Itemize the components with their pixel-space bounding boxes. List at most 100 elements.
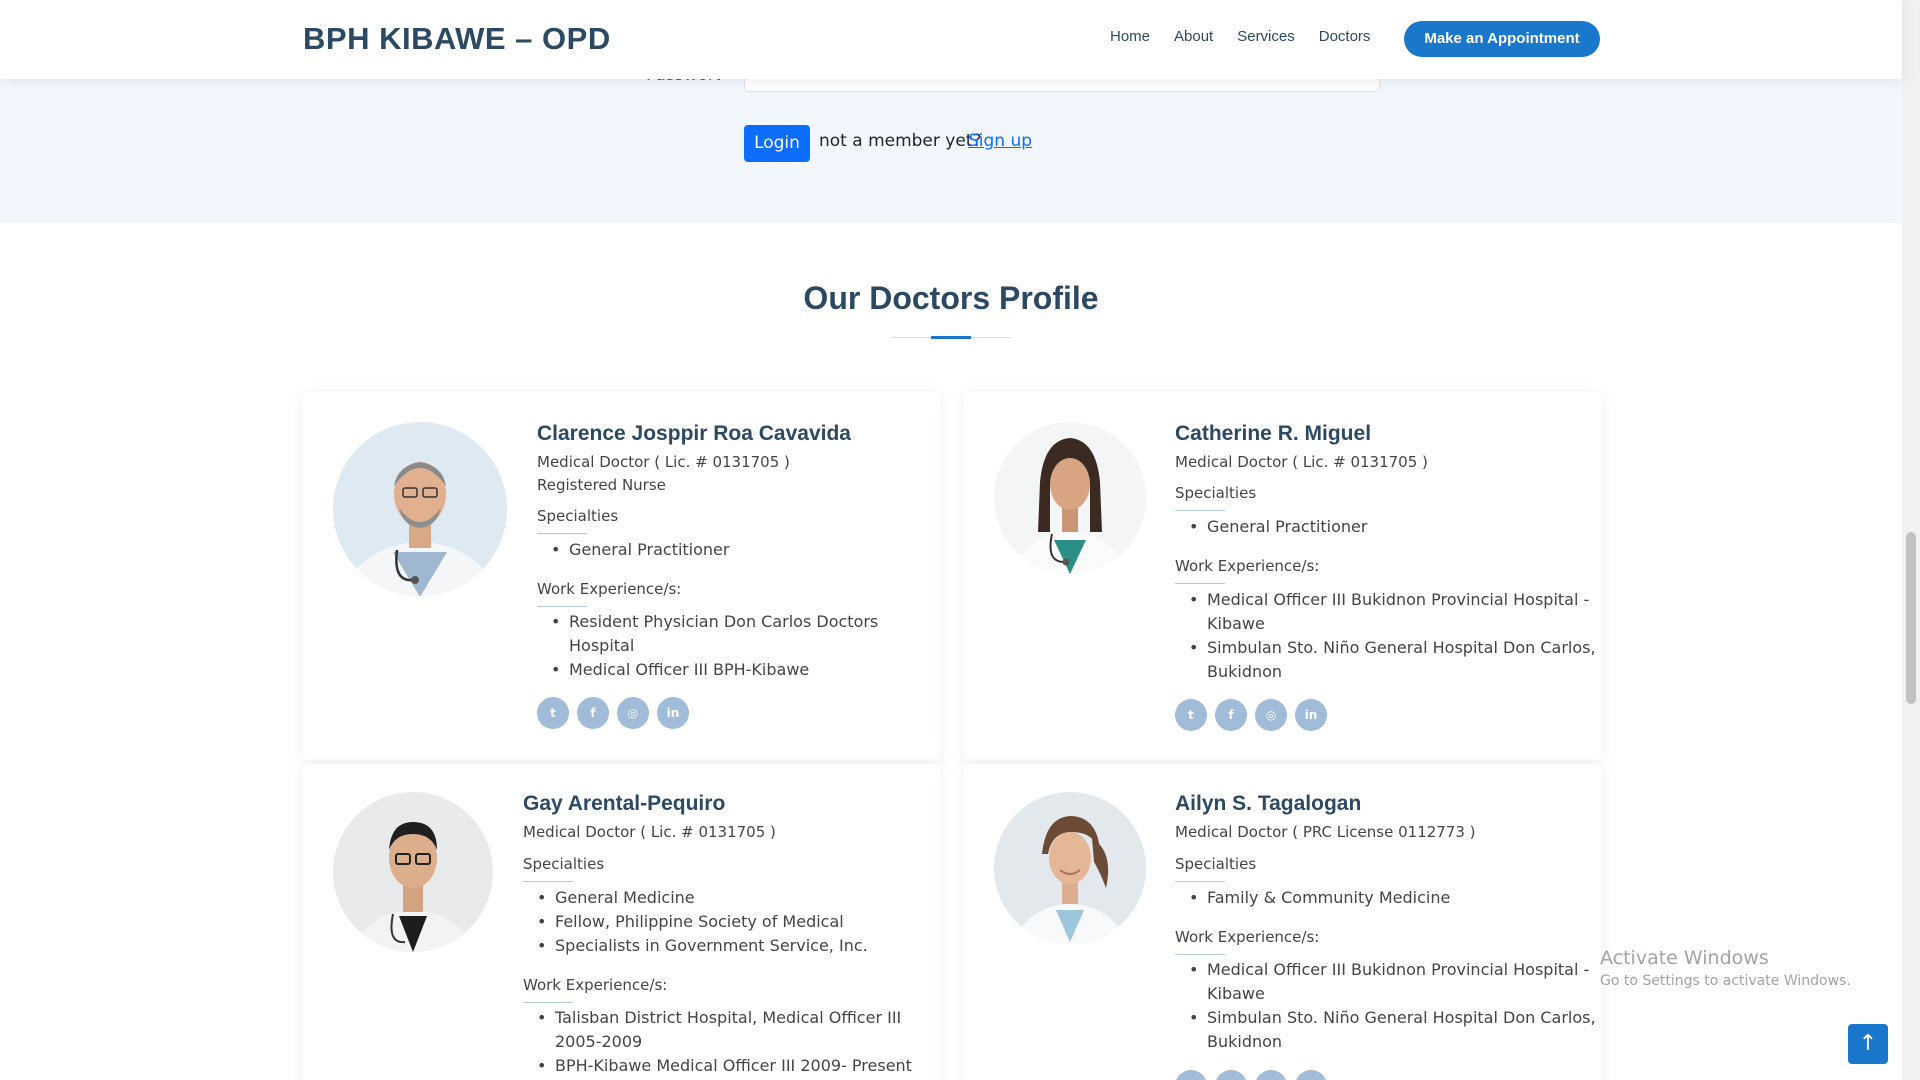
list-item: BPH-Kibawe Medical Officer III 2009- Pre… xyxy=(523,1054,912,1078)
specialties-underline xyxy=(537,533,587,534)
specialties-underline xyxy=(1175,510,1225,511)
instagram-icon[interactable]: ◎ xyxy=(1255,699,1287,731)
doctor-license: Medical Doctor ( Lic. # 0131705 ) xyxy=(1175,453,1428,471)
instagram-icon[interactable]: ◎ xyxy=(1255,1070,1287,1080)
work-underline xyxy=(523,1002,573,1003)
instagram-icon[interactable]: ◎ xyxy=(617,697,649,729)
list-item-continued: Bukidnon xyxy=(1175,1030,1596,1054)
work-heading: Work Experience/s: xyxy=(523,976,668,994)
make-appointment-button[interactable]: Make an Appointment xyxy=(1404,21,1600,57)
doctor-name: Clarence Josppir Roa Cavavida xyxy=(537,422,851,445)
doctor-license: Medical Doctor ( Lic. # 0131705 ) xyxy=(523,823,776,841)
work-list: Resident Physician Don Carlos Doctors Ho… xyxy=(537,610,878,682)
social-links: t f ◎ in xyxy=(1175,1070,1327,1080)
specialties-list: General Practitioner xyxy=(1175,515,1367,539)
specialties-underline xyxy=(523,881,573,882)
list-item-continuation: Kibawe xyxy=(1207,984,1265,1003)
doctor-license: Medical Doctor ( Lic. # 0131705 ) xyxy=(537,453,790,471)
list-item-continued: 2005-2009 xyxy=(523,1030,912,1054)
doctor-card-arental-pequiro: Gay Arental-Pequiro Medical Doctor ( Lic… xyxy=(303,764,940,1080)
nav-doctors[interactable]: Doctors xyxy=(1319,28,1371,45)
nav-home[interactable]: Home xyxy=(1110,28,1150,45)
activate-windows-title: Activate Windows xyxy=(1600,947,1769,969)
nav-about[interactable]: About xyxy=(1174,28,1213,45)
not-member-text: not a member yet? xyxy=(819,131,982,151)
social-links: t f ◎ in xyxy=(1175,699,1327,731)
list-item-continued: Hospital xyxy=(537,634,878,658)
doctor-avatar xyxy=(994,422,1146,574)
social-links: t f ◎ in xyxy=(537,697,689,729)
signup-link[interactable]: Sign up xyxy=(968,131,1032,151)
specialties-list: Family & Community Medicine xyxy=(1175,886,1450,910)
work-underline xyxy=(1175,954,1225,955)
twitter-icon[interactable]: t xyxy=(537,697,569,729)
specialties-underline xyxy=(1175,881,1225,882)
list-item: Fellow, Philippine Society of Medical xyxy=(523,910,868,934)
scrollbar-thumb[interactable] xyxy=(1906,532,1916,704)
list-item: Talisban District Hospital, Medical Offi… xyxy=(523,1006,912,1030)
login-section: Password Login not a member yet? Sign up xyxy=(0,65,1902,223)
site-logo[interactable]: BPH KIBAWE – OPD xyxy=(303,21,611,57)
specialties-heading: Specialties xyxy=(1175,855,1257,873)
doctor-name: Catherine R. Miguel xyxy=(1175,422,1372,445)
title-divider-accent xyxy=(931,336,971,339)
work-underline xyxy=(537,606,587,607)
site-header: BPH KIBAWE – OPD Home About Services Doc… xyxy=(0,0,1902,79)
twitter-icon[interactable]: t xyxy=(1175,1070,1207,1080)
list-item: Simbulan Sto. Niño General Hospital Don … xyxy=(1175,636,1596,660)
work-underline xyxy=(1175,583,1225,584)
list-item: Specialists in Government Service, Inc. xyxy=(523,934,868,958)
doctor-name: Ailyn S. Tagalogan xyxy=(1175,792,1362,815)
linkedin-icon[interactable]: in xyxy=(1295,699,1327,731)
specialties-heading: Specialties xyxy=(1175,484,1257,502)
work-list: Medical Officer III Bukidnon Provincial … xyxy=(1175,958,1596,1054)
work-heading: Work Experience/s: xyxy=(1175,928,1320,946)
list-item: Medical Officer III Bukidnon Provincial … xyxy=(1175,958,1596,982)
work-heading: Work Experience/s: xyxy=(1175,557,1320,575)
linkedin-icon[interactable]: in xyxy=(1295,1070,1327,1080)
doctor-card-miguel: Catherine R. Miguel Medical Doctor ( Lic… xyxy=(964,392,1601,760)
list-item-continued: Kibawe xyxy=(1175,982,1596,1006)
list-item: General Medicine xyxy=(523,886,868,910)
login-button[interactable]: Login xyxy=(744,125,810,162)
doctor-avatar xyxy=(333,792,493,952)
facebook-icon[interactable]: f xyxy=(577,697,609,729)
doctor-license: Medical Doctor ( PRC License 0112773 ) xyxy=(1175,823,1476,841)
list-item-continuation: Hospital xyxy=(569,636,635,655)
list-item-continued: Kibawe xyxy=(1175,612,1596,636)
list-item: General Practitioner xyxy=(1175,515,1367,539)
main-nav: Home About Services Doctors xyxy=(1110,28,1394,45)
nav-services[interactable]: Services xyxy=(1237,28,1295,45)
facebook-icon[interactable]: f xyxy=(1215,699,1247,731)
list-item-continuation: Bukidnon xyxy=(1207,1032,1283,1051)
arrow-up-icon: ↑ xyxy=(1858,1031,1878,1056)
doctor-extra-title: Registered Nurse xyxy=(537,476,666,494)
linkedin-icon[interactable]: in xyxy=(657,697,689,729)
back-to-top-button[interactable]: ↑ xyxy=(1848,1024,1888,1064)
doctor-card-cavavida: Clarence Josppir Roa Cavavida Medical Do… xyxy=(303,392,940,760)
list-item: Medical Officer III BPH-Kibawe xyxy=(537,658,878,682)
doctor-avatar xyxy=(333,422,507,596)
work-heading: Work Experience/s: xyxy=(537,580,682,598)
section-title: Our Doctors Profile xyxy=(803,280,1099,316)
list-item-continuation: 2005-2009 xyxy=(555,1032,643,1051)
specialties-heading: Specialties xyxy=(523,855,605,873)
doctor-card-tagalogan: Ailyn S. Tagalogan Medical Doctor ( PRC … xyxy=(964,764,1601,1080)
work-list: Talisban District Hospital, Medical Offi… xyxy=(523,1006,912,1078)
list-item-continued: Bukidnon xyxy=(1175,660,1596,684)
specialties-list: General Medicine Fellow, Philippine Soci… xyxy=(523,886,868,958)
list-item: Simbulan Sto. Niño General Hospital Don … xyxy=(1175,1006,1596,1030)
doctor-name: Gay Arental-Pequiro xyxy=(523,792,726,815)
facebook-icon[interactable]: f xyxy=(1215,1070,1247,1080)
activate-windows-subtitle: Go to Settings to activate Windows. xyxy=(1600,973,1851,989)
specialties-list: General Practitioner xyxy=(537,538,729,562)
specialties-heading: Specialties xyxy=(537,507,619,525)
list-item: Medical Officer III Bukidnon Provincial … xyxy=(1175,588,1596,612)
list-item-continuation: Kibawe xyxy=(1207,614,1265,633)
twitter-icon[interactable]: t xyxy=(1175,699,1207,731)
list-item-continuation: Bukidnon xyxy=(1207,662,1283,681)
list-item: Resident Physician Don Carlos Doctors xyxy=(537,610,878,634)
list-item: General Practitioner xyxy=(537,538,729,562)
list-item: Family & Community Medicine xyxy=(1175,886,1450,910)
work-list: Medical Officer III Bukidnon Provincial … xyxy=(1175,588,1596,684)
